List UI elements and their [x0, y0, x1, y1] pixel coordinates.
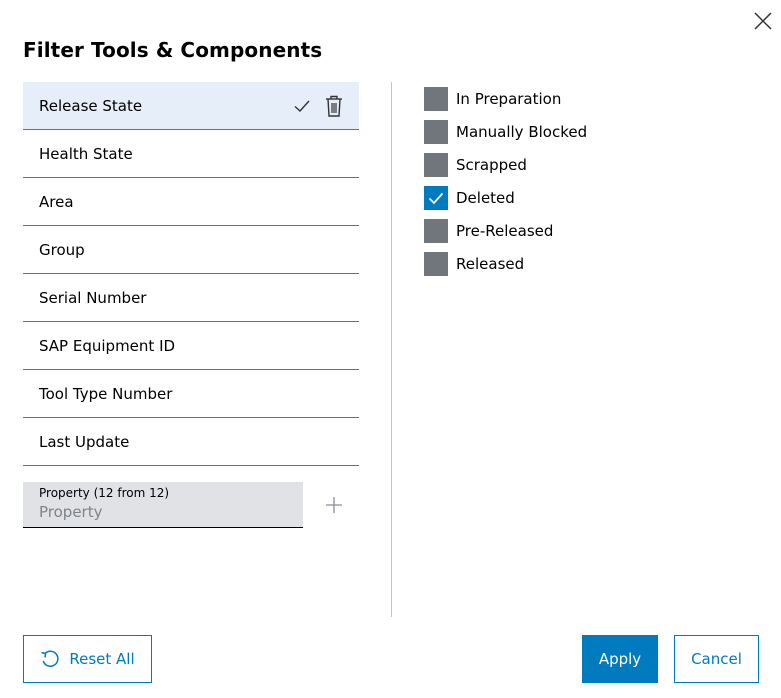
checkbox[interactable] — [424, 251, 448, 276]
cancel-button[interactable]: Cancel — [674, 635, 759, 683]
dialog-title: Filter Tools & Components — [23, 38, 323, 62]
apply-button[interactable]: Apply — [582, 635, 658, 683]
checkbox[interactable] — [424, 119, 448, 144]
filter-list: Release State Health State Area Group Se… — [23, 82, 359, 466]
filter-item-label: Area — [39, 192, 74, 211]
filter-item-last-update[interactable]: Last Update — [23, 418, 359, 466]
option-manually-blocked: Manually Blocked — [424, 115, 587, 148]
option-scrapped: Scrapped — [424, 148, 587, 181]
filter-item-label: SAP Equipment ID — [39, 336, 176, 355]
apply-label: Apply — [598, 650, 642, 668]
checkbox-checked[interactable] — [424, 185, 448, 210]
close-button[interactable] — [752, 10, 774, 32]
reset-all-label: Reset All — [69, 650, 135, 668]
option-deleted: Deleted — [424, 181, 587, 214]
property-field[interactable]: Property (12 from 12) — [23, 482, 303, 528]
filter-item-group[interactable]: Group — [23, 226, 359, 274]
filter-item-sap-equipment-id[interactable]: SAP Equipment ID — [23, 322, 359, 370]
filter-item-label: Release State — [39, 96, 143, 115]
filter-item-label: Group — [39, 240, 85, 259]
checkmark-icon[interactable] — [293, 97, 311, 115]
option-label: Manually Blocked — [456, 122, 588, 141]
filter-item-area[interactable]: Area — [23, 178, 359, 226]
checkbox[interactable] — [424, 218, 448, 243]
reset-all-button[interactable]: Reset All — [23, 635, 152, 683]
option-released: Released — [424, 247, 587, 280]
option-label: Released — [456, 254, 525, 273]
filter-item-tool-type-number[interactable]: Tool Type Number — [23, 370, 359, 418]
checkmark-icon — [428, 192, 444, 204]
filter-item-health-state[interactable]: Health State — [23, 130, 359, 178]
filter-item-label: Serial Number — [39, 288, 147, 307]
filter-item-release-state[interactable]: Release State — [23, 82, 359, 130]
property-field-label: Property (12 from 12) — [39, 486, 170, 500]
property-input[interactable] — [39, 502, 289, 522]
checkbox[interactable] — [424, 86, 448, 111]
reset-icon — [40, 649, 60, 669]
option-pre-released: Pre-Released — [424, 214, 587, 247]
filter-item-label: Tool Type Number — [39, 384, 173, 403]
checkbox[interactable] — [424, 152, 448, 177]
option-label: In Preparation — [456, 89, 562, 108]
option-label: Deleted — [456, 188, 515, 207]
filter-item-serial-number[interactable]: Serial Number — [23, 274, 359, 322]
plus-icon — [326, 497, 342, 513]
close-icon — [754, 12, 772, 30]
option-label: Scrapped — [456, 155, 527, 174]
filter-item-actions — [293, 82, 343, 129]
filter-item-label: Last Update — [39, 432, 130, 451]
option-label: Pre-Released — [456, 221, 554, 240]
option-in-preparation: In Preparation — [424, 82, 587, 115]
add-property-button[interactable] — [324, 495, 344, 515]
column-divider — [391, 82, 392, 617]
cancel-label: Cancel — [691, 650, 742, 668]
release-state-options: In Preparation Manually Blocked Scrapped… — [424, 82, 587, 280]
trash-icon[interactable] — [325, 95, 343, 117]
filter-item-label: Health State — [39, 144, 133, 163]
